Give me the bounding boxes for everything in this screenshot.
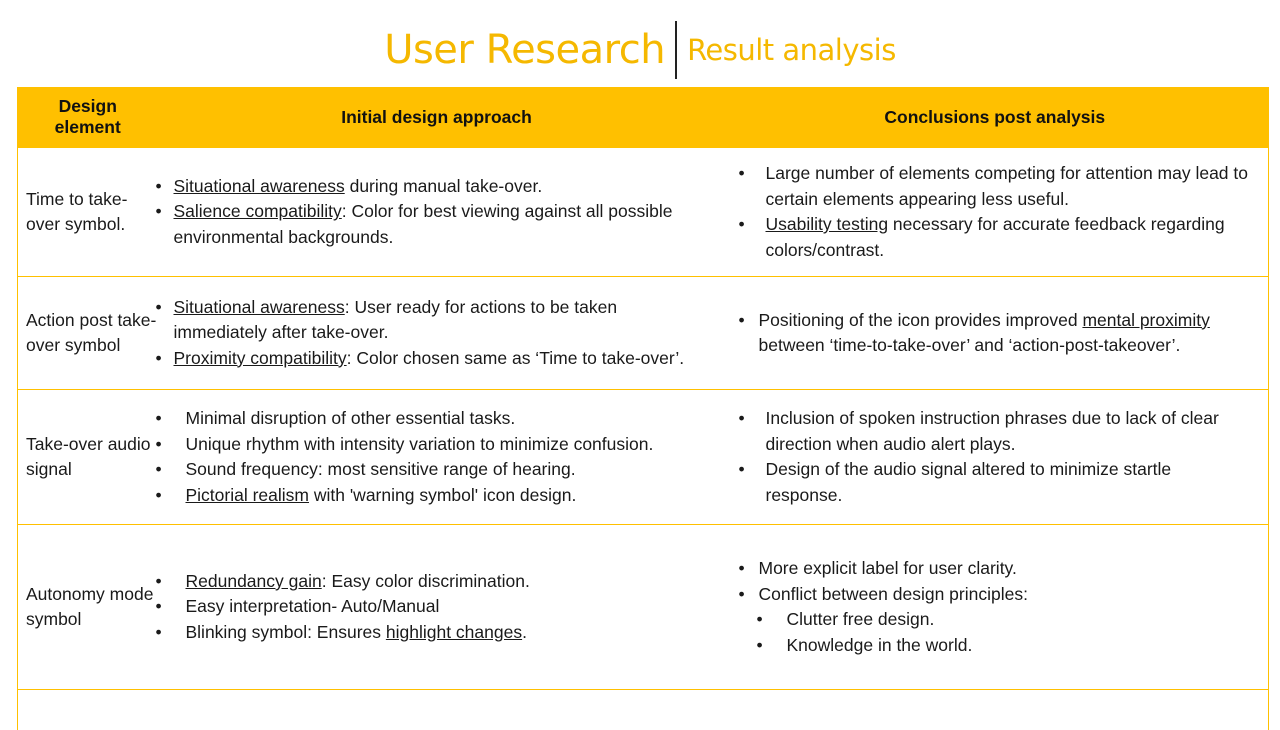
bullet-text: Sound frequency: most sensitive range of… — [186, 459, 576, 479]
initial-approach-cell: Situational awareness: User ready for ac… — [158, 277, 722, 390]
bullet-item: Inclusion of spoken instruction phrases … — [739, 406, 1249, 457]
bullet-item: More explicit label for user clarity. — [739, 556, 1249, 582]
bullet-text: : Color chosen same as ‘Time to take-ove… — [347, 348, 685, 368]
bullet-text: Minimal disruption of other essential ta… — [186, 408, 516, 428]
bullet-text: Design of the audio signal altered to mi… — [766, 459, 1172, 505]
bullet-text: Positioning of the icon provides improve… — [759, 310, 1083, 330]
bullet-keyword: Redundancy gain — [186, 571, 322, 591]
bullet-text: Unique rhythm with intensity variation t… — [186, 434, 654, 454]
slide-title: User Research Result analysis — [0, 18, 1280, 82]
table-row: Action post take-over symbolSituational … — [18, 277, 1269, 390]
table-row: Autonomy mode symbolRedundancy gain: Eas… — [18, 525, 1269, 690]
research-table: Design element Initial design approach C… — [17, 87, 1269, 730]
empty-row — [18, 690, 1269, 730]
title-divider — [675, 21, 677, 79]
bullet-text: during manual take-over. — [345, 176, 542, 196]
bullet-item: Easy interpretation- Auto/Manual — [18, 594, 706, 620]
bullet-item: Blinking symbol: Ensures highlight chang… — [18, 620, 706, 646]
bullet-text: Large number of elements competing for a… — [766, 163, 1249, 209]
table-header-row: Design element Initial design approach C… — [18, 87, 1269, 148]
bullet-item: Positioning of the icon provides improve… — [739, 308, 1249, 359]
title-main: User Research — [384, 27, 665, 73]
bullet-item: Usability testing necessary for accurate… — [739, 212, 1249, 263]
bullet-item: Redundancy gain: Easy color discriminati… — [18, 569, 706, 595]
bullet-text: Inclusion of spoken instruction phrases … — [766, 408, 1219, 454]
bullet-keyword: mental proximity — [1082, 310, 1209, 330]
bullet-item: Conflict between design principles: — [739, 582, 1249, 608]
conclusions-cell: More explicit label for user clarity. Con… — [722, 525, 1269, 690]
bullet-item: Proximity compatibility: Color chosen sa… — [18, 346, 706, 372]
bullet-item: Design of the audio signal altered to mi… — [739, 457, 1249, 508]
initial-approach-cell: Situational awareness during manual take… — [158, 148, 722, 277]
bullet-text: Easy interpretation- Auto/Manual — [186, 596, 440, 616]
sub-bullet-item: Clutter free design. — [787, 607, 1249, 633]
bullet-keyword: Pictorial realism — [186, 485, 310, 505]
title-sub: Result analysis — [687, 33, 896, 67]
header-design-element: Design element — [18, 87, 158, 148]
conclusions-cell: Positioning of the icon provides improve… — [722, 277, 1269, 390]
bullet-keyword: Situational awareness — [174, 297, 345, 317]
bullet-keyword: highlight changes — [386, 622, 522, 642]
initial-approach-cell: Redundancy gain: Easy color discriminati… — [158, 525, 722, 690]
bullet-item: Salience compatibility: Color for best v… — [18, 199, 706, 250]
bullet-text: Blinking symbol: Ensures — [186, 622, 386, 642]
bullet-text: . — [522, 622, 527, 642]
bullet-text: Conflict between design principles: — [759, 584, 1028, 604]
bullet-item: Large number of elements competing for a… — [739, 161, 1249, 212]
bullet-item: Minimal disruption of other essential ta… — [18, 406, 706, 432]
header-initial-approach: Initial design approach — [158, 87, 722, 148]
conclusions-cell: Large number of elements competing for a… — [722, 148, 1269, 277]
bullet-keyword: Proximity compatibility — [174, 348, 347, 368]
bullet-item: Unique rhythm with intensity variation t… — [18, 432, 706, 458]
empty-cell — [158, 690, 722, 730]
sub-bullet-item: Knowledge in the world. — [787, 633, 1249, 659]
bullet-item: Sound frequency: most sensitive range of… — [18, 457, 706, 483]
initial-approach-cell: Minimal disruption of other essential ta… — [158, 390, 722, 525]
header-conclusions: Conclusions post analysis — [722, 87, 1269, 148]
bullet-item: Situational awareness: User ready for ac… — [18, 295, 706, 346]
bullet-text: : Easy color discrimination. — [322, 571, 530, 591]
bullet-text: More explicit label for user clarity. — [759, 558, 1017, 578]
bullet-keyword: Usability testing — [766, 214, 889, 234]
bullet-item: Pictorial realism with 'warning symbol' … — [18, 483, 706, 509]
table-row: Take-over audio signalMinimal disruption… — [18, 390, 1269, 525]
conclusions-cell: Inclusion of spoken instruction phrases … — [722, 390, 1269, 525]
bullet-text: with 'warning symbol' icon design. — [309, 485, 576, 505]
bullet-text: between ‘time-to-take-over’ and ‘action-… — [759, 335, 1181, 355]
empty-cell — [18, 690, 158, 730]
table-row: Time to take-over symbol.Situational awa… — [18, 148, 1269, 277]
bullet-item: Situational awareness during manual take… — [18, 174, 706, 200]
bullet-keyword: Situational awareness — [174, 176, 345, 196]
empty-cell — [722, 690, 1269, 730]
bullet-keyword: Salience compatibility — [174, 201, 342, 221]
